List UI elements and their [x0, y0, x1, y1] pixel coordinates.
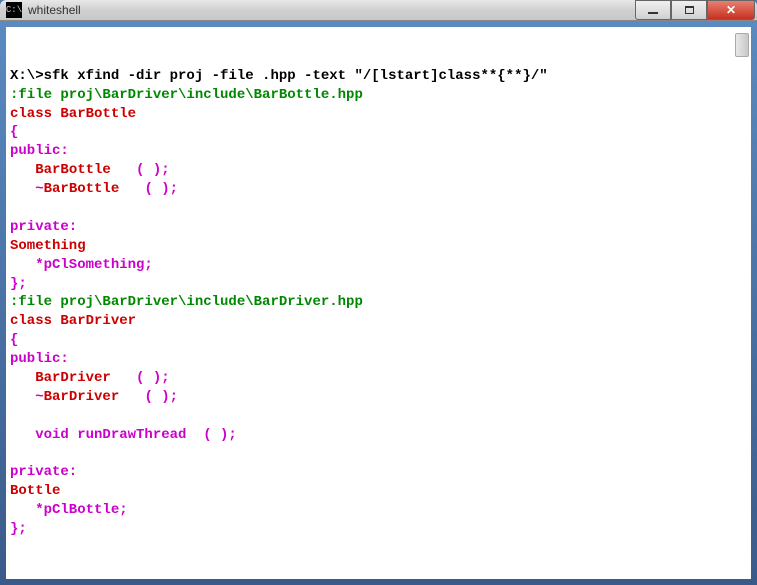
output-line: ~BarBottle ( ); — [10, 180, 747, 199]
output-line: BarBottle ( ); — [10, 161, 747, 180]
output-line: BarDriver ( ); — [10, 369, 747, 388]
output-line: { — [10, 123, 747, 142]
output-line — [10, 407, 747, 426]
output-line: private: — [10, 218, 747, 237]
maximize-icon — [685, 6, 694, 14]
maximize-button[interactable] — [671, 0, 707, 20]
minimize-icon — [648, 12, 658, 14]
output-line: private: — [10, 463, 747, 482]
output-line: }; — [10, 520, 747, 539]
output-line: public: — [10, 142, 747, 161]
output-line: Bottle — [10, 482, 747, 501]
output-line: Something — [10, 237, 747, 256]
output-line: class BarDriver — [10, 312, 747, 331]
output-line — [10, 445, 747, 464]
minimize-button[interactable] — [635, 0, 671, 20]
output-line: *pClBottle; — [10, 501, 747, 520]
console-output[interactable]: X:\>sfk xfind -dir proj -file .hpp -text… — [6, 27, 751, 579]
output-line: ~BarDriver ( ); — [10, 388, 747, 407]
output-line: public: — [10, 350, 747, 369]
window-controls: ✕ — [635, 0, 755, 20]
file-header: :file proj\BarDriver\include\BarBottle.h… — [10, 86, 747, 105]
output-line: void runDrawThread ( ); — [10, 426, 747, 445]
titlebar[interactable]: C:\ whiteshell ✕ — [0, 0, 757, 21]
output-line: }; — [10, 275, 747, 294]
cmd-icon: C:\ — [6, 2, 22, 18]
prompt-line: X:\>sfk xfind -dir proj -file .hpp -text… — [10, 67, 747, 86]
output-line: class BarBottle — [10, 105, 747, 124]
output-line: { — [10, 331, 747, 350]
output-line — [10, 199, 747, 218]
scrollbar-thumb[interactable] — [735, 33, 749, 57]
window-title: whiteshell — [28, 3, 635, 17]
close-button[interactable]: ✕ — [707, 0, 755, 20]
file-header: :file proj\BarDriver\include\BarDriver.h… — [10, 293, 747, 312]
console-frame: X:\>sfk xfind -dir proj -file .hpp -text… — [0, 21, 757, 585]
output-line: *pClSomething; — [10, 256, 747, 275]
app-window: C:\ whiteshell ✕ X:\>sfk xfind -dir proj… — [0, 0, 757, 562]
close-icon: ✕ — [726, 3, 736, 17]
